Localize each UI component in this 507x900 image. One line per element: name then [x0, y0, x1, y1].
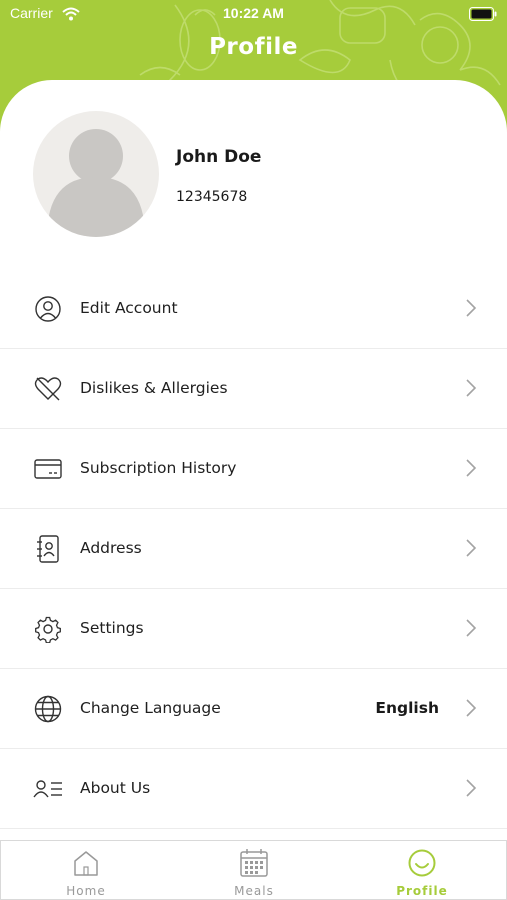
tab-home[interactable]: Home	[21, 841, 151, 899]
profile-menu: Edit Account Dislikes & Allergies Subscr…	[0, 269, 507, 829]
menu-item-label: Address	[80, 539, 142, 557]
tab-meals[interactable]: Meals	[189, 841, 319, 899]
clock: 10:22 AM	[223, 5, 284, 21]
globe-icon	[34, 695, 62, 723]
menu-item-subscription-history[interactable]: Subscription History	[0, 429, 507, 509]
menu-item-edit-account[interactable]: Edit Account	[0, 269, 507, 349]
avatar-placeholder-icon	[47, 129, 145, 237]
chevron-right-icon	[466, 299, 477, 317]
tab-bar: Home Meals Profile	[0, 840, 507, 900]
tab-label: Home	[66, 884, 106, 898]
menu-item-settings[interactable]: Settings	[0, 589, 507, 669]
chevron-right-icon	[466, 619, 477, 637]
home-icon	[74, 851, 98, 876]
calendar-icon	[240, 849, 268, 877]
menu-item-label: About Us	[80, 779, 151, 797]
menu-item-label: Dislikes & Allergies	[80, 379, 228, 397]
menu-item-address[interactable]: Address	[0, 509, 507, 589]
status-bar: Carrier 10:22 AM	[0, 0, 507, 30]
menu-item-label: Subscription History	[80, 459, 237, 477]
menu-item-about-us[interactable]: About Us	[0, 749, 507, 829]
menu-item-label: Change Language	[80, 699, 221, 717]
chevron-right-icon	[466, 459, 477, 477]
menu-item-dislikes-allergies[interactable]: Dislikes & Allergies	[0, 349, 507, 429]
gear-icon	[35, 616, 61, 643]
tab-profile[interactable]: Profile	[357, 841, 487, 899]
battery-icon	[469, 7, 497, 21]
user-circle-icon	[35, 296, 61, 322]
menu-item-change-language[interactable]: Change Language English	[0, 669, 507, 749]
address-book-icon	[37, 535, 59, 563]
menu-item-label: Settings	[80, 619, 144, 637]
chevron-right-icon	[466, 379, 477, 397]
menu-item-label: Edit Account	[80, 299, 178, 317]
smiley-icon	[408, 849, 436, 877]
page-title: Profile	[209, 34, 298, 60]
profile-phone: 12345678	[176, 189, 248, 205]
chevron-right-icon	[466, 539, 477, 557]
avatar[interactable]	[33, 111, 159, 237]
chevron-right-icon	[466, 699, 477, 717]
about-icon	[33, 780, 62, 798]
heart-slash-icon	[34, 377, 62, 401]
chevron-right-icon	[466, 779, 477, 797]
card-icon	[34, 459, 62, 479]
current-language-value: English	[375, 699, 439, 717]
tab-label: Meals	[234, 884, 274, 898]
tab-label: Profile	[396, 884, 448, 898]
profile-name: John Doe	[176, 147, 262, 167]
